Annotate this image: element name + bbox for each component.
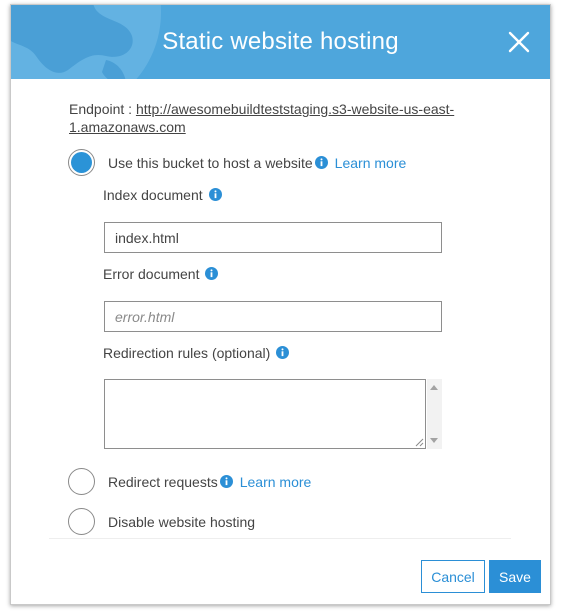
endpoint-row: Endpoint : http://awesomebuildteststagin…: [69, 100, 469, 136]
redirection-rules-field: [104, 379, 442, 449]
redirection-rules-textarea[interactable]: [104, 379, 426, 449]
redirect-requests-learn-more-link[interactable]: Learn more: [240, 474, 312, 490]
info-icon[interactable]: [219, 475, 233, 488]
dialog-title: Static website hosting: [162, 28, 399, 55]
save-button[interactable]: Save: [489, 560, 541, 593]
cancel-button[interactable]: Cancel: [421, 560, 485, 593]
redirect-requests-label: Redirect requests: [108, 473, 218, 490]
info-icon[interactable]: [276, 346, 290, 359]
resize-grip-icon[interactable]: [415, 438, 424, 447]
endpoint-label: Endpoint :: [69, 101, 136, 117]
textarea-scrollbar[interactable]: [427, 379, 442, 449]
option-redirect-requests: Redirect requests Learn more: [68, 468, 311, 495]
redirect-requests-radio[interactable]: [68, 468, 95, 495]
info-icon[interactable]: [205, 267, 219, 280]
host-website-label: Use this bucket to host a website: [108, 154, 313, 171]
index-document-label: Index document: [103, 187, 203, 203]
scroll-down-arrow-icon[interactable]: [430, 438, 438, 443]
static-website-hosting-dialog: Static website hosting Endpoint : http:/…: [10, 4, 551, 605]
index-document-input[interactable]: [104, 222, 442, 253]
redirection-rules-label-row: Redirection rules (optional): [103, 345, 290, 361]
close-icon[interactable]: [506, 29, 532, 55]
redirection-rules-label: Redirection rules (optional): [103, 345, 271, 361]
disable-hosting-radio[interactable]: [68, 508, 95, 535]
error-document-label: Error document: [103, 266, 200, 282]
error-document-input[interactable]: [104, 301, 442, 332]
index-document-label-row: Index document: [103, 187, 222, 203]
option-disable-hosting: Disable website hosting: [68, 508, 255, 535]
radio-selected-dot: [71, 152, 92, 173]
option-host-website: Use this bucket to host a website Learn …: [68, 149, 406, 176]
host-website-learn-more-link[interactable]: Learn more: [335, 155, 407, 171]
disable-hosting-label: Disable website hosting: [108, 513, 256, 530]
info-icon[interactable]: [314, 156, 328, 169]
dialog-header: Static website hosting: [11, 5, 550, 79]
info-icon[interactable]: [208, 188, 222, 201]
footer-divider: [49, 538, 511, 539]
host-website-radio[interactable]: [68, 149, 95, 176]
error-document-label-row: Error document: [103, 266, 219, 282]
scroll-up-arrow-icon[interactable]: [430, 385, 438, 390]
